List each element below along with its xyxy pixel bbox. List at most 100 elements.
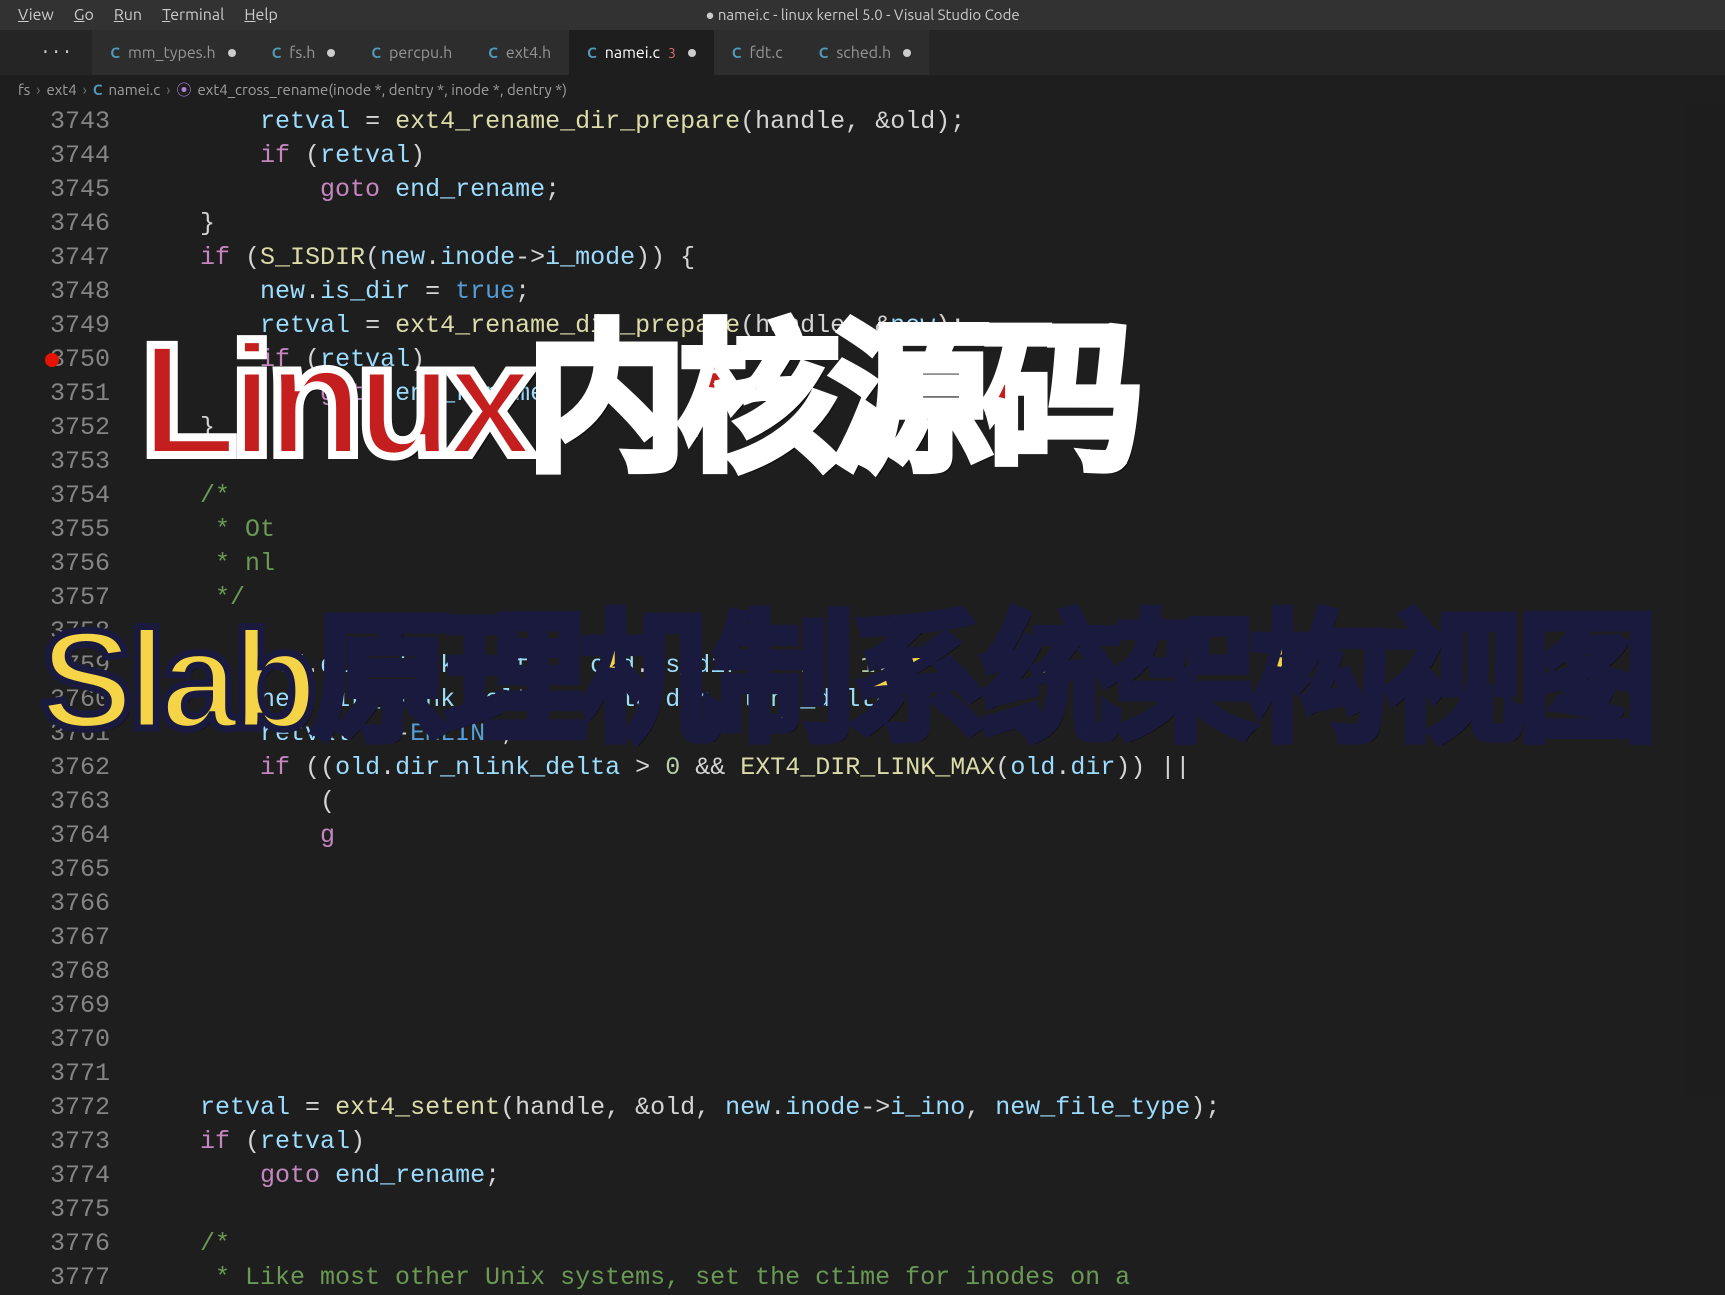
line-number[interactable]: 3756	[0, 547, 110, 581]
line-number[interactable]: 3763	[0, 785, 110, 819]
tab-fs-h[interactable]: Cfs.h	[254, 30, 354, 75]
c-file-icon: C	[488, 44, 498, 61]
tab-label: fs.h	[289, 44, 315, 62]
c-file-icon: C	[93, 81, 103, 98]
tab-percpu-h[interactable]: Cpercpu.h	[353, 30, 470, 75]
line-number[interactable]: 3772	[0, 1091, 110, 1125]
line-number[interactable]: 3771	[0, 1057, 110, 1091]
tabs-overflow-button[interactable]: ···	[20, 43, 92, 63]
code-line[interactable]	[140, 1023, 1725, 1057]
overlay-title-red: Linux内核源码	[140, 320, 1135, 480]
menu-view[interactable]: View	[8, 6, 64, 24]
code-line[interactable]	[140, 1057, 1725, 1091]
tab-label: fdt.c	[749, 44, 782, 62]
editor[interactable]: 3743374437453746374737483749375037513752…	[0, 103, 1725, 1097]
code-line[interactable]: new.is_dir = true;	[140, 275, 1725, 309]
line-number[interactable]: 3774	[0, 1159, 110, 1193]
code-line[interactable]: goto end_rename;	[140, 1159, 1725, 1193]
c-file-icon: C	[272, 44, 282, 61]
line-number[interactable]: 3766	[0, 887, 110, 921]
c-file-icon: C	[587, 44, 597, 61]
code-line[interactable]: g	[140, 819, 1725, 853]
code-line[interactable]: retval = ext4_rename_dir_prepare(handle,…	[140, 105, 1725, 139]
menu-run[interactable]: Run	[104, 6, 152, 24]
line-number[interactable]: 3752	[0, 411, 110, 445]
minimap[interactable]	[1685, 103, 1725, 1097]
line-number[interactable]: 3767	[0, 921, 110, 955]
line-number[interactable]: 3765	[0, 853, 110, 887]
function-icon: ⦿	[176, 79, 191, 100]
tab-label: ext4.h	[506, 44, 551, 62]
line-number[interactable]: 3754	[0, 479, 110, 513]
breadcrumb-function[interactable]: ext4_cross_rename(inode *, dentry *, ino…	[197, 81, 567, 98]
tab-badge: 3	[668, 45, 676, 61]
tab-bar: ··· Cmm_types.hCfs.hCpercpu.hCext4.hCnam…	[0, 30, 1725, 75]
breadcrumb[interactable]: fs › ext4 › C namei.c › ⦿ ext4_cross_ren…	[0, 75, 1725, 103]
line-number[interactable]: 3749	[0, 309, 110, 343]
modified-dot-icon	[688, 49, 696, 57]
line-number[interactable]: 3745	[0, 173, 110, 207]
code-line[interactable]	[140, 1193, 1725, 1227]
line-number[interactable]: 3769	[0, 989, 110, 1023]
breadcrumb-segment[interactable]: ext4	[46, 81, 76, 98]
tab-ext4-h[interactable]: Cext4.h	[470, 30, 569, 75]
tab-label: sched.h	[836, 44, 891, 62]
code-line[interactable]: if (retval)	[140, 1125, 1725, 1159]
c-file-icon: C	[732, 44, 742, 61]
code-line[interactable]: if (S_ISDIR(new.inode->i_mode)) {	[140, 241, 1725, 275]
line-number[interactable]: 3755	[0, 513, 110, 547]
line-number[interactable]: 3768	[0, 955, 110, 989]
code-line[interactable]: * nl	[140, 547, 1725, 581]
code-line[interactable]	[140, 921, 1725, 955]
code-line[interactable]	[140, 955, 1725, 989]
code-line[interactable]: retval = ext4_setent(handle, &old, new.i…	[140, 1091, 1725, 1125]
line-number[interactable]: 3775	[0, 1193, 110, 1227]
line-number[interactable]: 3753	[0, 445, 110, 479]
line-number[interactable]: 3746	[0, 207, 110, 241]
tab-namei-c[interactable]: Cnamei.c3	[569, 30, 714, 75]
breadcrumb-file[interactable]: namei.c	[108, 81, 160, 98]
chevron-right-icon: ›	[166, 81, 170, 98]
line-number[interactable]: 3744	[0, 139, 110, 173]
code-line[interactable]: * Ot	[140, 513, 1725, 547]
code-area[interactable]: retval = ext4_rename_dir_prepare(handle,…	[140, 103, 1725, 1097]
breakpoint-icon[interactable]	[45, 353, 59, 367]
tab-label: percpu.h	[389, 44, 452, 62]
tab-mm_types-h[interactable]: Cmm_types.h	[92, 30, 253, 75]
code-line[interactable]	[140, 989, 1725, 1023]
line-number[interactable]: 3776	[0, 1227, 110, 1261]
code-line[interactable]: goto end_rename;	[140, 173, 1725, 207]
menu-help[interactable]: Help	[234, 6, 288, 24]
line-number[interactable]: 3748	[0, 275, 110, 309]
line-numbers-gutter[interactable]: 3743374437453746374737483749375037513752…	[0, 103, 140, 1097]
code-line[interactable]	[140, 887, 1725, 921]
code-line[interactable]: }	[140, 207, 1725, 241]
code-line[interactable]: * Like most other Unix systems, set the …	[140, 1261, 1725, 1295]
window-title: ● namei.c - linux kernel 5.0 - Visual St…	[705, 6, 1019, 24]
modified-dot-icon	[228, 49, 236, 57]
menu-terminal[interactable]: Terminal	[152, 6, 234, 24]
line-number[interactable]: 3764	[0, 819, 110, 853]
code-line[interactable]: (	[140, 785, 1725, 819]
tab-fdt-c[interactable]: Cfdt.c	[714, 30, 801, 75]
line-number[interactable]: 3747	[0, 241, 110, 275]
line-number[interactable]: 3770	[0, 1023, 110, 1057]
line-number[interactable]: 3773	[0, 1125, 110, 1159]
breadcrumb-segment[interactable]: fs	[18, 81, 30, 98]
line-number[interactable]: 3743	[0, 105, 110, 139]
modified-dot-icon	[903, 49, 911, 57]
line-number[interactable]: 3751	[0, 377, 110, 411]
tab-sched-h[interactable]: Csched.h	[801, 30, 929, 75]
code-line[interactable]: /*	[140, 1227, 1725, 1261]
tab-label: mm_types.h	[128, 44, 216, 62]
code-line[interactable]: if (retval)	[140, 139, 1725, 173]
line-number[interactable]: 3777	[0, 1261, 110, 1295]
c-file-icon: C	[371, 44, 381, 61]
code-line[interactable]	[140, 853, 1725, 887]
c-file-icon: C	[110, 44, 120, 61]
chevron-right-icon: ›	[83, 81, 87, 98]
c-file-icon: C	[819, 44, 829, 61]
overlay-title-yellow: Slab原理机制系统架构视图	[40, 610, 1652, 750]
chevron-right-icon: ›	[36, 81, 40, 98]
menu-go[interactable]: Go	[64, 6, 104, 24]
